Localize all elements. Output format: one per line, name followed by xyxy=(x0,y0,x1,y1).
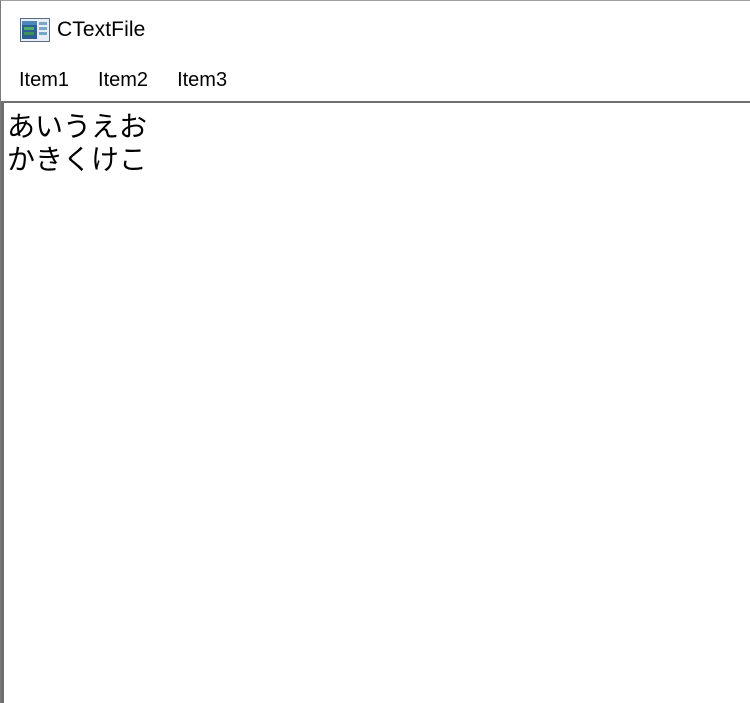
menu-item-2[interactable]: Item2 xyxy=(90,69,156,92)
text-line: あいうえお xyxy=(7,110,148,143)
menu-item-3[interactable]: Item3 xyxy=(169,69,235,92)
text-editor[interactable]: あいうえお かきくけこ xyxy=(1,101,750,703)
window-title: CTextFile xyxy=(57,18,146,41)
app-window: CTextFile Item1 Item2 Item3 あいうえお かきくけこ xyxy=(0,0,750,703)
text-line: かきくけこ xyxy=(7,143,148,176)
app-window-icon xyxy=(20,18,50,42)
title-bar[interactable]: CTextFile xyxy=(1,1,750,59)
menu-bar: Item1 Item2 Item3 xyxy=(1,59,750,101)
menu-item-1[interactable]: Item1 xyxy=(11,69,77,92)
